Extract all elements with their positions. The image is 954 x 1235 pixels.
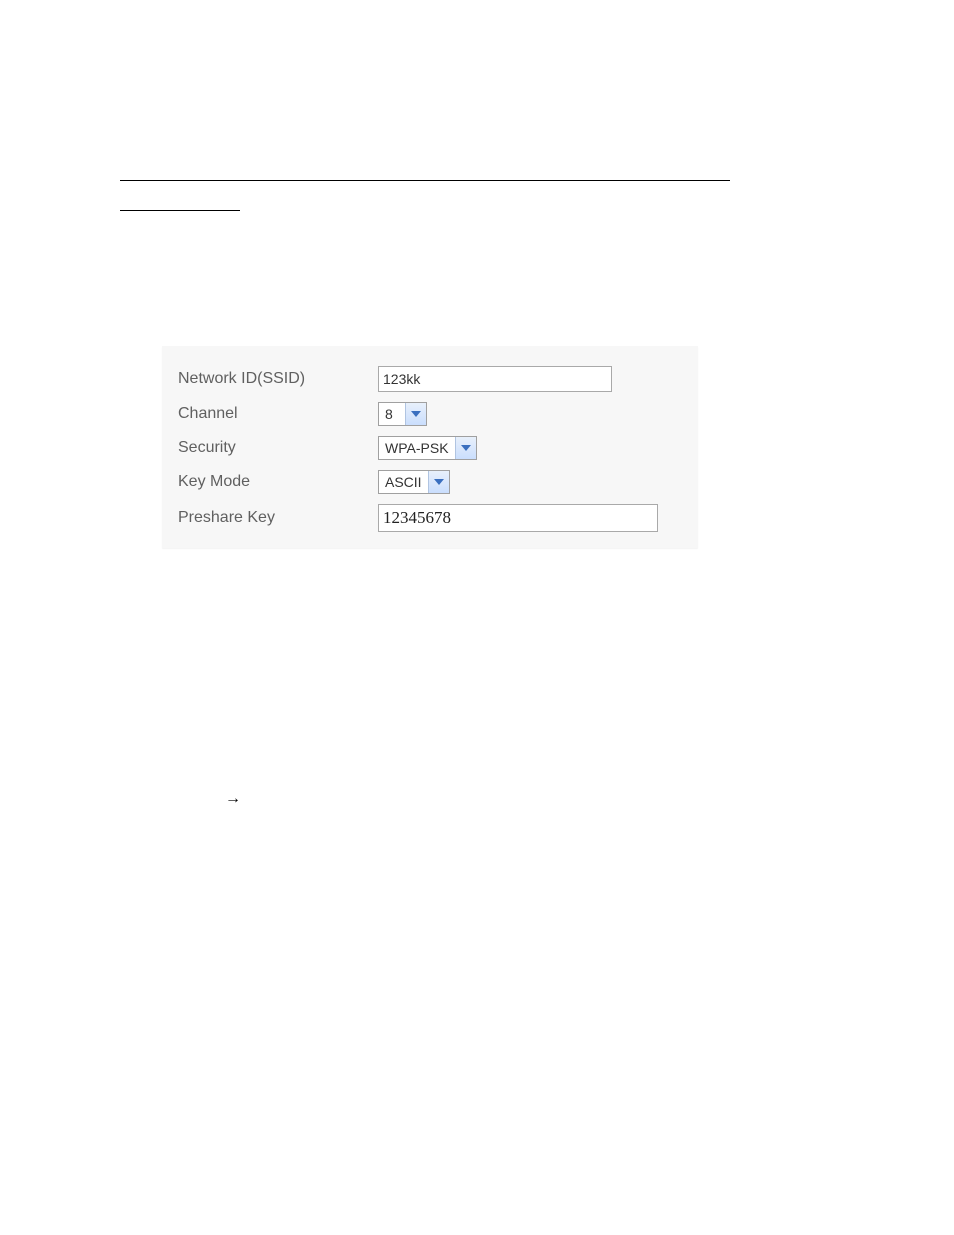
arrow-right-icon: → <box>225 790 241 808</box>
security-select[interactable]: WPA-PSK <box>378 436 477 460</box>
chevron-down-icon <box>428 471 449 493</box>
security-label: Security <box>178 439 378 457</box>
chevron-down-icon <box>455 437 476 459</box>
preshare-row: Preshare Key <box>178 504 698 532</box>
horizontal-rule <box>120 180 730 181</box>
channel-select[interactable]: 8 <box>378 402 427 426</box>
keymode-row: Key Mode ASCII <box>178 470 698 494</box>
chevron-down-icon <box>405 403 426 425</box>
keymode-select[interactable]: ASCII <box>378 470 450 494</box>
channel-label: Channel <box>178 405 378 423</box>
channel-select-value: 8 <box>379 403 405 425</box>
ssid-row: Network ID(SSID) <box>178 366 698 392</box>
preshare-label: Preshare Key <box>178 509 378 527</box>
ssid-input[interactable] <box>378 366 612 392</box>
horizontal-rule-short <box>120 210 240 211</box>
security-row: Security WPA-PSK <box>178 436 698 460</box>
preshare-key-input[interactable] <box>378 504 658 532</box>
keymode-select-value: ASCII <box>379 471 428 493</box>
keymode-label: Key Mode <box>178 473 378 491</box>
wireless-settings-panel: Network ID(SSID) Channel 8 Security WPA-… <box>162 346 698 548</box>
ssid-label: Network ID(SSID) <box>178 370 378 388</box>
security-select-value: WPA-PSK <box>379 437 455 459</box>
channel-row: Channel 8 <box>178 402 698 426</box>
